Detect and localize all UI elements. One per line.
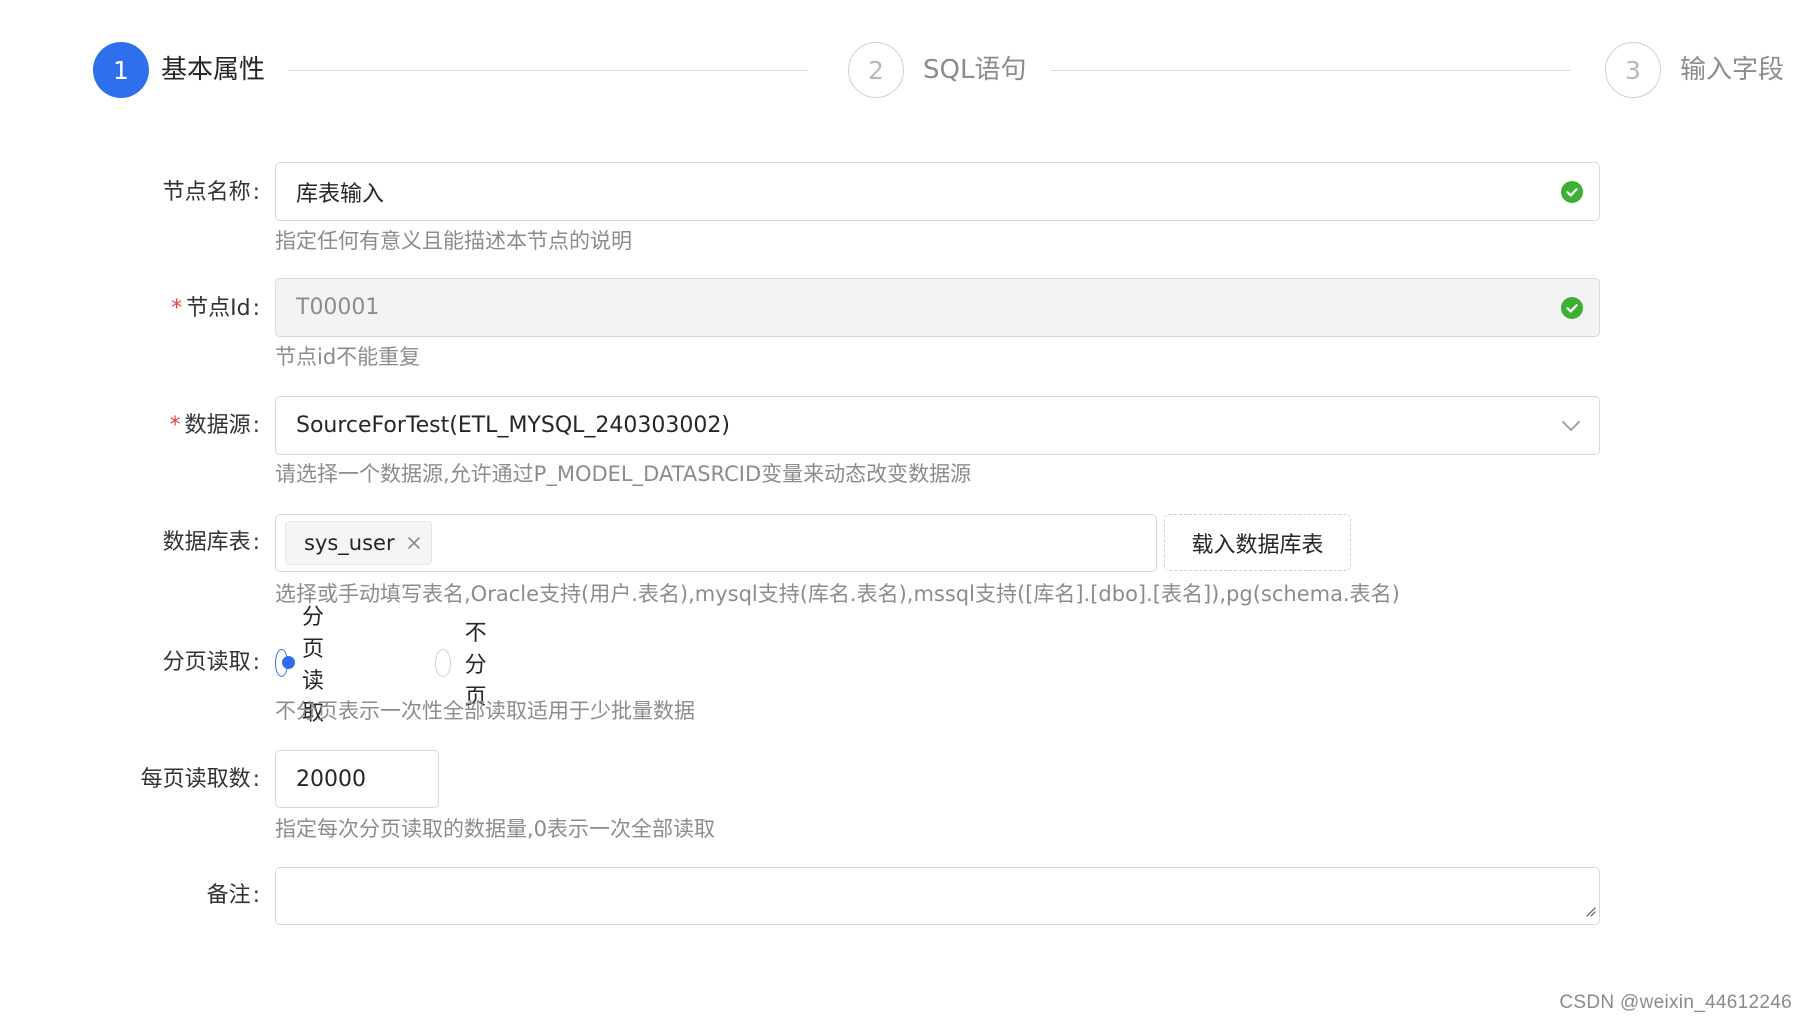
step-1-indicator[interactable]: 1 — [93, 42, 149, 98]
step-3-title[interactable]: 输入字段 — [1680, 53, 1784, 87]
remark-textarea[interactable] — [275, 867, 1600, 925]
required-mark: * — [171, 296, 183, 321]
step-2-number: 2 — [868, 55, 884, 85]
step-3-number: 3 — [1625, 55, 1641, 85]
datasource-label: * 数据源: — [169, 413, 260, 438]
step-2-indicator[interactable]: 2 — [848, 42, 904, 98]
datasource-value[interactable]: SourceForTest(ETL_MYSQL_240303002) — [296, 397, 730, 454]
table-tag: sys_user — [285, 521, 432, 565]
page-size-value[interactable]: 20000 — [296, 751, 366, 807]
required-mark: * — [169, 413, 181, 438]
node-name-value[interactable]: 库表输入 — [296, 163, 384, 220]
paging-help: 不分页表示一次性全部读取适用于少批量数据 — [275, 699, 695, 723]
watermark: CSDN @weixin_44612246 — [1559, 992, 1792, 1013]
node-id-label: * 节点Id: — [171, 296, 260, 321]
step-connector-2 — [1051, 70, 1571, 71]
close-icon[interactable] — [407, 536, 421, 550]
radio-no-paging[interactable]: 不分页 — [435, 621, 499, 710]
radio-checked-indicator[interactable] — [275, 649, 295, 677]
node-id-help: 节点id不能重复 — [275, 345, 421, 369]
resize-handle-icon[interactable] — [1584, 902, 1596, 921]
db-table-tag-input[interactable]: sys_user — [275, 514, 1157, 572]
db-table-label: 数据库表: — [162, 530, 260, 555]
datasource-select[interactable]: SourceForTest(ETL_MYSQL_240303002) — [275, 396, 1600, 455]
node-name-label: 节点名称: — [162, 180, 260, 205]
steps-bar: 1 基本属性 2 SQL语句 3 输入字段 — [93, 42, 1784, 100]
remark-label: 备注: — [206, 883, 260, 908]
paging-label: 分页读取: — [162, 650, 260, 675]
datasource-help: 请选择一个数据源,允许通过P_MODEL_DATASRCID变量来动态改变数据源 — [275, 462, 972, 486]
check-circle-icon — [1561, 180, 1583, 203]
chevron-down-icon[interactable] — [1561, 418, 1581, 438]
radio-unchecked-indicator[interactable] — [435, 649, 451, 677]
radio-paging[interactable]: 分页读取 — [275, 605, 339, 726]
table-tag-label: sys_user — [304, 531, 395, 555]
node-name-input[interactable]: 库表输入 — [275, 162, 1600, 221]
step-2-title[interactable]: SQL语句 — [923, 53, 1026, 87]
step-1-number: 1 — [113, 55, 129, 85]
step-3-indicator[interactable]: 3 — [1605, 42, 1661, 98]
node-id-input[interactable]: T00001 — [275, 278, 1600, 337]
load-tables-button[interactable]: 载入数据库表 — [1164, 514, 1351, 571]
page-size-help: 指定每次分页读取的数据量,0表示一次全部读取 — [275, 817, 716, 841]
node-name-help: 指定任何有意义且能描述本节点的说明 — [275, 229, 632, 253]
page-size-label: 每页读取数: — [140, 767, 260, 792]
db-table-help: 选择或手动填写表名,Oracle支持(用户.表名),mysql支持(库名.表名)… — [275, 582, 1400, 606]
step-1-title[interactable]: 基本属性 — [161, 53, 265, 87]
page-size-input[interactable]: 20000 — [275, 750, 439, 808]
node-id-value: T00001 — [296, 295, 380, 320]
check-circle-icon — [1561, 296, 1583, 319]
step-connector-1 — [288, 70, 808, 71]
